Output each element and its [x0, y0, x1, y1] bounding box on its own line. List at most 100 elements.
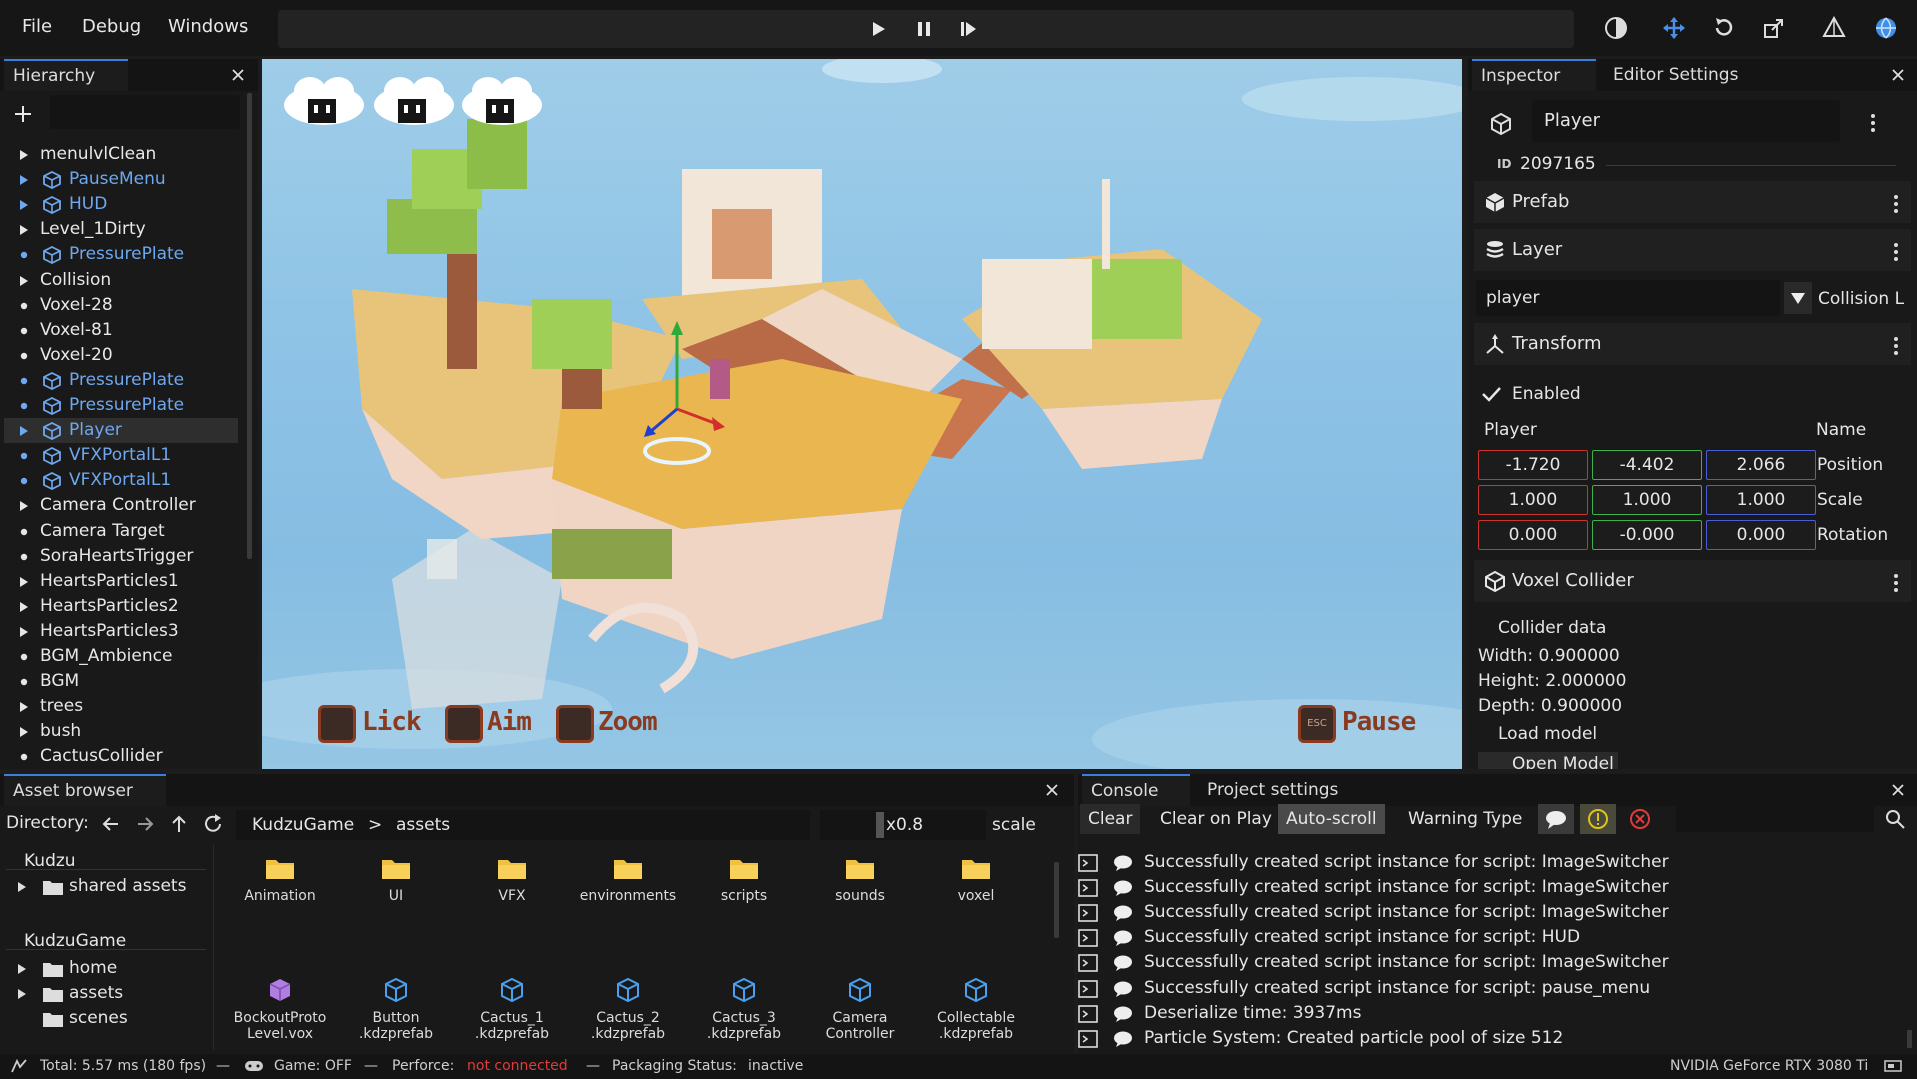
hierarchy-item[interactable]: SoraHeartsTrigger — [4, 544, 238, 569]
zoom-slider[interactable]: x0.8 — [820, 810, 986, 840]
close-icon[interactable] — [1042, 780, 1062, 800]
play-icon[interactable] — [868, 19, 888, 39]
hierarchy-item[interactable]: PressurePlate — [4, 393, 238, 418]
expand-triangle-icon[interactable] — [18, 425, 30, 437]
error-filter-icon[interactable] — [1622, 804, 1658, 834]
tree-shared-assets[interactable]: shared assets — [69, 876, 186, 896]
scale-y-field[interactable]: 1.000 — [1592, 485, 1702, 515]
expand-triangle-icon[interactable] — [18, 174, 30, 186]
tree-kudzu[interactable]: Kudzu — [24, 851, 76, 871]
tab-console[interactable]: Console — [1082, 774, 1190, 806]
tree-kudzugame[interactable]: KudzuGame — [24, 931, 126, 951]
clear-button[interactable]: Clear — [1080, 804, 1141, 834]
refresh-icon[interactable] — [202, 813, 224, 835]
open-model-button[interactable]: Open Model — [1478, 752, 1618, 769]
tree-scenes[interactable]: scenes — [69, 1008, 128, 1028]
asset-file[interactable]: BockoutProto Level.vox — [224, 970, 336, 1042]
close-icon[interactable] — [228, 65, 248, 85]
hierarchy-item[interactable]: HeartsParticles2 — [4, 594, 238, 619]
console-search-input[interactable] — [1676, 806, 1874, 832]
back-arrow-icon[interactable] — [100, 813, 122, 835]
layer-select[interactable]: player — [1476, 280, 1780, 316]
breadcrumb-assets[interactable]: assets — [396, 815, 450, 835]
asset-file[interactable]: Button .kdzprefab — [340, 970, 452, 1042]
shading-icon[interactable] — [1600, 12, 1632, 44]
voxel-collider-section[interactable]: Voxel Collider — [1474, 560, 1911, 602]
asset-folder[interactable]: UI — [340, 848, 452, 904]
hierarchy-item[interactable]: Camera Controller — [4, 493, 238, 518]
hierarchy-item[interactable]: BGM — [4, 669, 238, 694]
up-arrow-icon[interactable] — [168, 813, 190, 835]
scale-tool-icon[interactable] — [1758, 12, 1790, 44]
mesh-icon[interactable] — [1818, 12, 1850, 44]
tree-home[interactable]: home — [69, 958, 117, 978]
kebab-icon[interactable] — [1891, 241, 1901, 263]
asset-file[interactable]: Camera Controller — [804, 970, 916, 1042]
expand-triangle-icon[interactable] — [16, 881, 28, 893]
object-name-input[interactable]: Player — [1532, 100, 1840, 142]
tab-editor-settings[interactable]: Editor Settings — [1604, 59, 1747, 91]
kebab-icon[interactable] — [1891, 193, 1901, 215]
expand-triangle-icon[interactable] — [18, 726, 30, 738]
asset-file[interactable]: Collectable .kdzprefab — [920, 970, 1032, 1042]
expand-triangle-icon[interactable] — [18, 199, 30, 211]
asset-folder[interactable]: VFX — [456, 848, 568, 904]
zoom-slider-handle[interactable] — [876, 812, 884, 838]
dropdown-arrow-icon[interactable] — [1784, 282, 1812, 314]
menu-debug[interactable]: Debug — [82, 16, 141, 37]
kebab-icon[interactable] — [1891, 572, 1901, 594]
auto-scroll-button[interactable]: Auto-scroll — [1278, 804, 1385, 834]
asset-file[interactable]: Cactus_1 .kdzprefab — [456, 970, 568, 1042]
globe-icon[interactable] — [1870, 12, 1902, 44]
breadcrumb-kudzugame[interactable]: KudzuGame — [252, 815, 354, 835]
asset-folder[interactable]: environments — [572, 848, 684, 904]
hierarchy-item[interactable]: Voxel-20 — [4, 343, 238, 368]
scene-viewport[interactable]: Lick Aim Zoom ESC Pause — [262, 59, 1462, 769]
asset-file[interactable]: Cactus_3 .kdzprefab — [688, 970, 800, 1042]
hierarchy-item[interactable]: PauseMenu — [4, 167, 238, 192]
tab-hierarchy[interactable]: Hierarchy — [4, 59, 128, 91]
hierarchy-item[interactable]: Collision — [4, 268, 238, 293]
rotation-z-field[interactable]: 0.000 — [1706, 520, 1816, 550]
transform-section[interactable]: Transform — [1474, 323, 1911, 365]
kebab-icon[interactable] — [1868, 112, 1878, 134]
scale-z-field[interactable]: 1.000 — [1706, 485, 1816, 515]
position-y-field[interactable]: -4.402 — [1592, 450, 1702, 480]
asset-folder[interactable]: sounds — [804, 848, 916, 904]
expand-triangle-icon[interactable] — [18, 275, 30, 287]
expand-triangle-icon[interactable] — [18, 601, 30, 613]
tab-inspector[interactable]: Inspector — [1472, 59, 1596, 91]
rotation-y-field[interactable]: -0.000 — [1592, 520, 1702, 550]
expand-triangle-icon[interactable] — [18, 626, 30, 638]
hierarchy-item[interactable]: VFXPortalL1 — [4, 443, 238, 468]
hierarchy-item[interactable]: Camera Target — [4, 519, 238, 544]
asset-file[interactable]: Cactus_2 .kdzprefab — [572, 970, 684, 1042]
hierarchy-item[interactable]: VFXPortalL1 — [4, 468, 238, 493]
console-scrollbar[interactable] — [1907, 1030, 1912, 1048]
expand-triangle-icon[interactable] — [16, 988, 28, 1000]
hierarchy-item[interactable]: PressurePlate — [4, 368, 238, 393]
tree-assets[interactable]: assets — [69, 983, 123, 1003]
hierarchy-item[interactable]: Voxel-81 — [4, 318, 238, 343]
close-icon[interactable] — [1888, 780, 1908, 800]
asset-folder[interactable]: Animation — [224, 848, 336, 904]
add-icon[interactable] — [8, 99, 38, 129]
hierarchy-item[interactable]: HUD — [4, 192, 238, 217]
message-filter-icon[interactable] — [1538, 804, 1574, 834]
expand-triangle-icon[interactable] — [16, 963, 28, 975]
hierarchy-search-input[interactable] — [50, 95, 240, 129]
warning-filter-icon[interactable] — [1580, 804, 1616, 834]
asset-folder[interactable]: scripts — [688, 848, 800, 904]
forward-arrow-icon[interactable] — [134, 813, 156, 835]
hierarchy-item[interactable]: HeartsParticles3 — [4, 619, 238, 644]
position-x-field[interactable]: -1.720 — [1478, 450, 1588, 480]
asset-folder[interactable]: voxel — [920, 848, 1032, 904]
layer-section[interactable]: Layer — [1474, 229, 1911, 271]
menu-file[interactable]: File — [22, 16, 52, 37]
hierarchy-item[interactable]: Player — [4, 418, 238, 444]
hierarchy-item[interactable]: trees — [4, 694, 238, 719]
hierarchy-scrollbar[interactable] — [247, 93, 252, 559]
search-icon[interactable] — [1884, 808, 1906, 830]
expand-triangle-icon[interactable] — [18, 701, 30, 713]
menu-windows[interactable]: Windows — [168, 16, 248, 37]
